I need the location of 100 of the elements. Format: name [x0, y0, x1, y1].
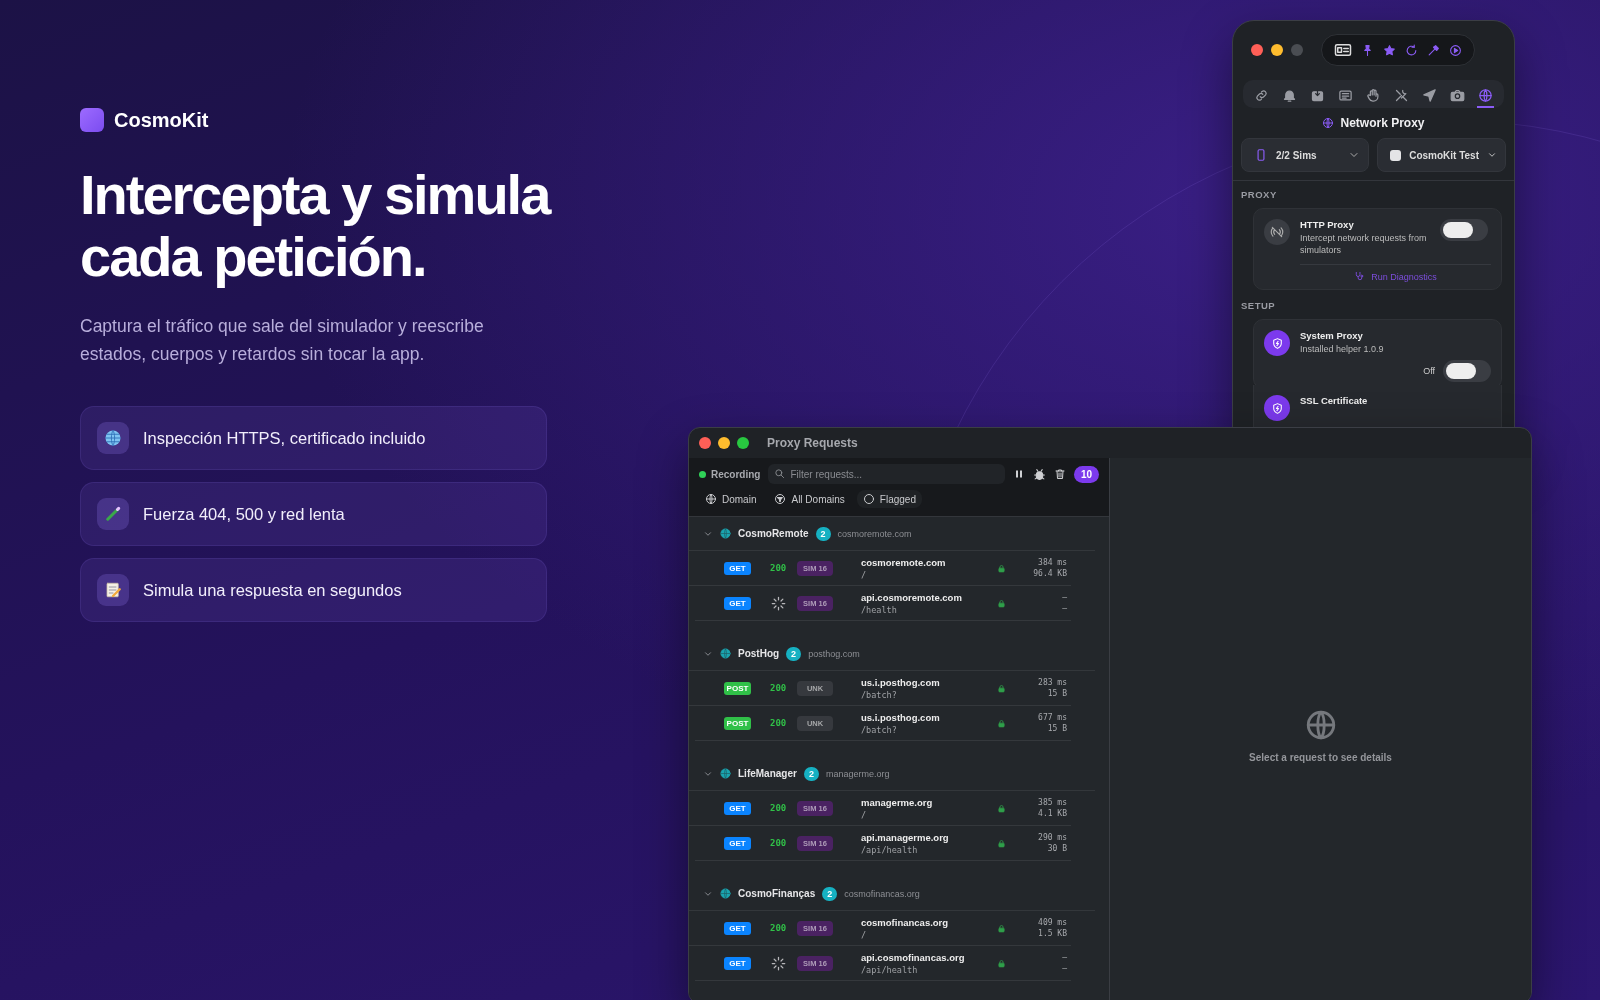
request-host: api.cosmoremote.com [861, 591, 963, 603]
status-code: 200 [769, 838, 788, 848]
shield-icon [1270, 401, 1284, 415]
request-host: managerme.org [861, 796, 934, 808]
request-path: /batch? [861, 724, 898, 735]
request-path: / [861, 929, 868, 940]
setting-title: System Proxy [1300, 330, 1364, 341]
request-host: us.i.posthog.com [861, 711, 941, 723]
window-title: Proxy Requests [767, 436, 858, 450]
star-icon[interactable] [1383, 43, 1396, 57]
filter-button[interactable]: Flagged [856, 490, 922, 508]
hammer-icon[interactable] [1427, 43, 1440, 57]
size: – [1062, 964, 1067, 973]
camera-icon [1450, 88, 1465, 103]
zoom-button[interactable] [737, 437, 749, 449]
toggle-switch[interactable] [1443, 360, 1491, 382]
download-icon [1310, 88, 1325, 103]
play-icon[interactable] [1449, 43, 1462, 57]
setting-title: SSL Certificate [1300, 395, 1369, 406]
duration: 283 ms [1038, 678, 1067, 687]
bug-icon[interactable] [1032, 467, 1046, 481]
setting-subtitle: Intercept network requests from simulators [1300, 232, 1428, 256]
simulators-dropdown[interactable]: 2/2 Sims [1241, 138, 1370, 172]
refresh-icon[interactable] [1405, 43, 1418, 57]
filter-field[interactable]: Filter requests... [768, 464, 1005, 484]
minimize-button[interactable] [718, 437, 730, 449]
domain-group-name: CosmoFinanças [738, 888, 816, 899]
setting-title: HTTP Proxy [1300, 219, 1355, 230]
lock-icon [997, 923, 1006, 933]
filter-button[interactable]: Domain [699, 490, 763, 508]
request-path: /api/health [861, 844, 919, 855]
bell-icon [1282, 88, 1297, 103]
globe-icon [705, 493, 717, 505]
domain-group-name: LifeManager [738, 768, 797, 779]
method-badge: GET [724, 596, 751, 610]
count-badge: 2 [815, 526, 831, 541]
spinner-icon [771, 595, 786, 611]
request-host: api.cosmofinancas.org [861, 951, 966, 963]
method-badge: POST [724, 681, 751, 695]
size: 15 B [1047, 689, 1067, 698]
status-code: 200 [769, 803, 788, 813]
domain-label: cosmofinancas.org [844, 888, 920, 899]
feature-text: Simula una respuesta en segundos [143, 580, 402, 600]
request-path: /batch? [861, 689, 898, 700]
method-badge: POST [724, 716, 751, 730]
domain-group-name: CosmoRemote [738, 528, 809, 539]
domain-label: managerme.org [825, 768, 890, 779]
stethoscope-icon [1354, 271, 1366, 282]
duration: 409 ms [1038, 918, 1067, 927]
toggle-label: Off [1423, 366, 1435, 376]
setting-subtitle: Installed helper 1.0.9 [1300, 343, 1385, 355]
request-path: / [861, 569, 868, 580]
minimize-button[interactable] [1271, 44, 1283, 56]
duration: – [1062, 593, 1067, 602]
lock-icon [997, 803, 1006, 813]
app-dropdown[interactable]: CosmoKit Test [1377, 138, 1506, 172]
search-icon [774, 468, 786, 479]
headline: cada petición. [80, 226, 427, 288]
size: 1.5 KB [1038, 929, 1067, 938]
lock-icon [997, 838, 1006, 848]
section-heading: SETUP [1240, 299, 1277, 313]
status-code: 200 [769, 563, 788, 573]
globe-icon [1478, 88, 1493, 103]
method-badge: GET [724, 561, 751, 575]
count-badge: 2 [822, 886, 838, 901]
tab[interactable] [1477, 88, 1494, 108]
phone-icon [1254, 148, 1268, 162]
lock-icon [997, 598, 1006, 608]
duration: 384 ms [1038, 558, 1067, 567]
request-path: / [861, 809, 868, 820]
empty-state-text: Select a request to see details [1249, 752, 1392, 763]
method-badge: GET [724, 956, 751, 970]
domain-label: posthog.com [808, 648, 860, 659]
spinner-icon [771, 955, 786, 971]
method-badge: GET [724, 921, 751, 935]
domain-label: cosmoremote.com [837, 528, 912, 539]
status-code: 200 [769, 718, 788, 728]
request-count: 10 [1073, 465, 1099, 483]
request-path: /api/health [861, 964, 919, 975]
count-badge: 2 [803, 766, 819, 781]
close-button[interactable] [1251, 44, 1263, 56]
filter-button[interactable]: All Domains [768, 490, 851, 508]
id-card-icon[interactable] [1334, 41, 1352, 59]
pin-icon[interactable] [1361, 43, 1374, 57]
filter-icon [774, 493, 787, 505]
globe-icon [1322, 117, 1335, 129]
close-button[interactable] [699, 437, 711, 449]
request-host: us.i.posthog.com [861, 676, 941, 688]
globe-icon [720, 648, 731, 659]
size: 4.1 KB [1038, 809, 1067, 818]
request-host: api.managerme.org [861, 831, 950, 843]
request-host: cosmofinancas.org [861, 916, 950, 928]
section-heading: PROXY [1233, 180, 1514, 206]
newspaper-icon [1338, 88, 1353, 103]
globe-icon [720, 888, 731, 899]
trash-icon[interactable] [1053, 468, 1066, 480]
duration: 385 ms [1038, 798, 1067, 807]
toggle-switch[interactable] [1440, 219, 1488, 241]
panel-title: Network Proxy [1340, 116, 1425, 130]
size: 30 B [1047, 844, 1067, 853]
